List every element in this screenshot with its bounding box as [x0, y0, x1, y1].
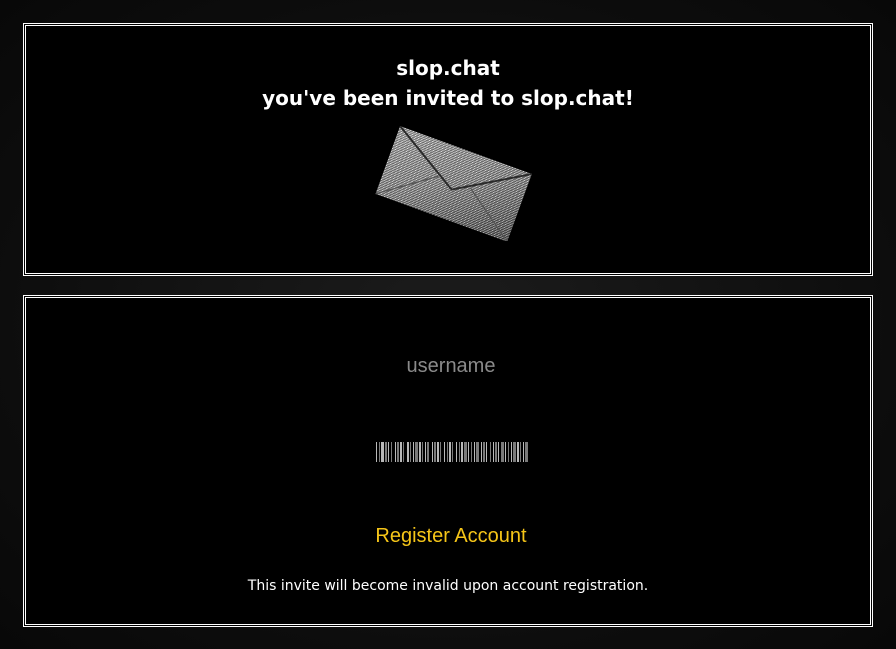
invite-note: This invite will become invalid upon acc… [247, 578, 649, 594]
register-account-button[interactable]: Register Account [326, 521, 576, 551]
barcode-icon [376, 442, 528, 462]
site-title: slop.chat [396, 56, 500, 80]
envelope-icon [375, 126, 532, 241]
username-input[interactable] [301, 351, 601, 381]
register-panel: Register Account This invite will become… [23, 295, 873, 627]
invite-panel: slop.chat you've been invited to slop.ch… [23, 23, 873, 276]
invite-heading: you've been invited to slop.chat! [262, 86, 634, 110]
